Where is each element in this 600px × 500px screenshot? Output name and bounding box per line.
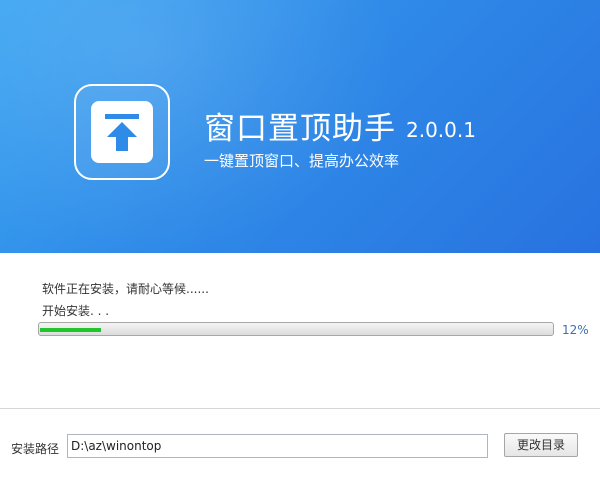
installer-window: 窗口置顶助手 2.0.0.1 一键置顶窗口、提高办公效率 软件正在安装，请耐心等候…: [0, 0, 600, 500]
install-status-text: 软件正在安装，请耐心等候......: [42, 282, 209, 296]
install-path-input[interactable]: [67, 434, 488, 458]
footer-divider: [0, 408, 600, 409]
change-directory-button[interactable]: 更改目录: [504, 433, 578, 457]
app-name: 窗口置顶助手: [204, 111, 396, 147]
app-logo: [74, 84, 170, 180]
app-version: 2.0.0.1: [406, 118, 476, 142]
app-tagline: 一键置顶窗口、提高办公效率: [204, 152, 400, 170]
progress-fill: [40, 328, 101, 332]
app-title: 窗口置顶助手 2.0.0.1: [204, 103, 476, 147]
install-step-text: 开始安装. . .: [42, 304, 110, 318]
install-path-label: 安装路径: [11, 442, 60, 456]
header-banner: 窗口置顶助手 2.0.0.1 一键置顶窗口、提高办公效率: [0, 0, 600, 253]
pin-to-top-icon: [91, 101, 153, 163]
install-progress-bar: [38, 322, 554, 336]
progress-percent-label: 12%: [562, 323, 589, 337]
